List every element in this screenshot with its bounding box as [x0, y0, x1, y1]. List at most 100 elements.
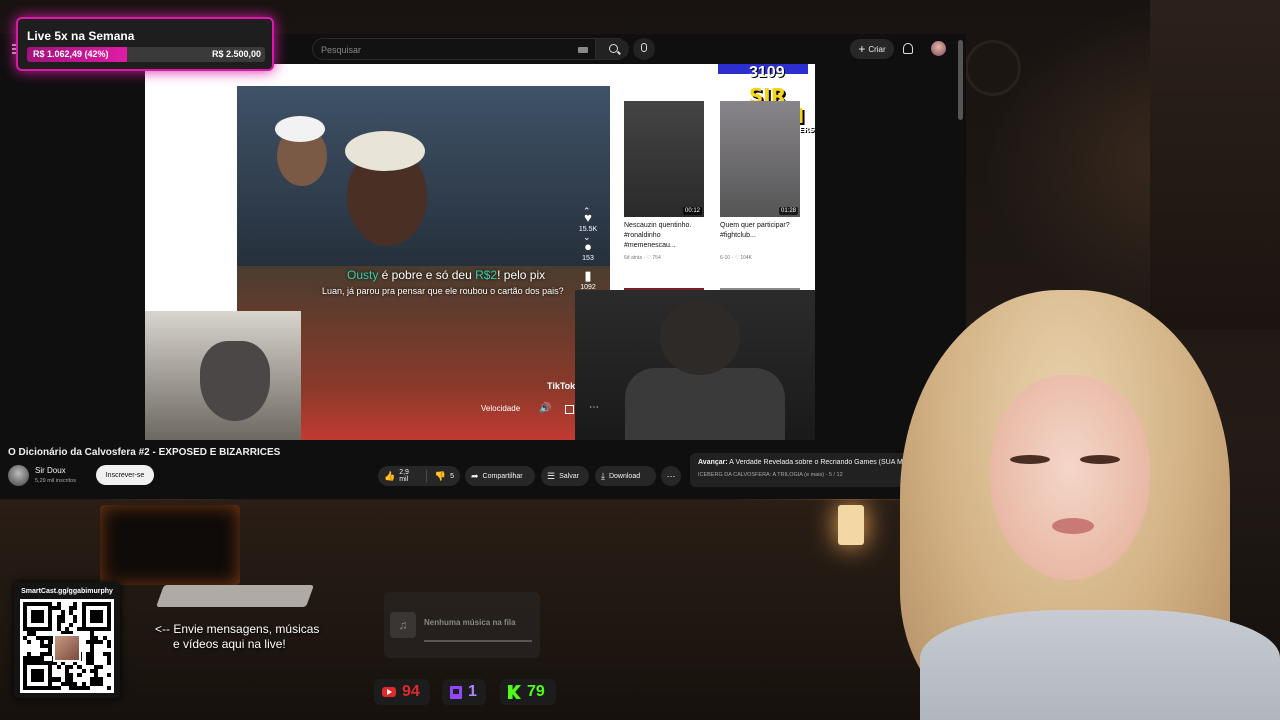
- create-button[interactable]: + Criar: [850, 39, 894, 59]
- share-icon: ➦: [471, 470, 479, 481]
- thumbnail-duration: 00:12: [682, 207, 702, 215]
- playlist-next-label: Avançar:: [698, 459, 728, 466]
- desk-monitor: [100, 505, 240, 585]
- save-label: Salvar: [559, 472, 579, 480]
- download-button[interactable]: ⤓ Download: [595, 466, 656, 486]
- video-player[interactable]: 3109 SIR MOLIN CORTES DE STREAMERS 00:12…: [145, 64, 815, 440]
- thumbnail-title[interactable]: Nescauzin quentinho. #ronaldinho #memene…: [624, 221, 709, 251]
- person-hair: [345, 131, 425, 171]
- goal-target: R$ 2.500,00: [211, 49, 261, 59]
- like-action[interactable]: ♥ 15.5K: [573, 210, 603, 233]
- like-count[interactable]: 2,9 mil: [399, 469, 418, 483]
- kick-viewer-count: 79: [527, 683, 545, 700]
- youtube-viewer-count: 94: [402, 683, 420, 700]
- browser-window: + Criar 3109 SIR MOLIN CORTES DE STREAME…: [0, 34, 966, 499]
- channel-avatar[interactable]: [8, 465, 29, 486]
- person-hair: [275, 116, 325, 142]
- music-queue-status: Nenhuma música na fila: [424, 618, 516, 627]
- thumbs-down-icon[interactable]: 👎: [435, 471, 446, 482]
- twitch-icon: [450, 685, 462, 699]
- bookmark-action[interactable]: ▮ 1092: [573, 268, 603, 291]
- channel-subscribers: 5,29 mil inscritos: [35, 478, 76, 484]
- video-caption: Ousty é pobre e só deu R$2! pelo pix: [347, 268, 607, 282]
- bear-mask: [660, 300, 740, 375]
- thumbs-up-icon[interactable]: 👍: [384, 471, 395, 482]
- heart-icon: ♥: [584, 210, 592, 225]
- thumbnail-duration: 01:28: [778, 207, 798, 215]
- caption-name: Ousty: [347, 268, 379, 282]
- more-icon[interactable]: ⋯: [589, 402, 599, 413]
- person-body: [625, 368, 785, 440]
- wall-clock: [965, 40, 1021, 96]
- donation-goal: Live 5x na Semana R$ 1.062,49 (42%) R$ 2…: [16, 17, 274, 71]
- search-input[interactable]: [321, 42, 566, 57]
- desk-keyboard: [155, 585, 315, 607]
- voice-search-button[interactable]: [633, 38, 655, 60]
- caption-text-end: ! pelo pix: [497, 268, 546, 282]
- streamer-face: [990, 375, 1150, 580]
- bookmark-icon: ▮: [584, 268, 592, 283]
- video-title: O Dicionário da Calvosfera #2 - EXPOSED …: [8, 447, 281, 458]
- channel-name[interactable]: Sir Doux: [35, 466, 66, 475]
- thumbnail-title[interactable]: Quem quer participar? #fightclub...: [720, 221, 805, 241]
- streamer-eye: [1010, 455, 1050, 464]
- search-icon: [609, 44, 618, 53]
- thumbnail-meta: 6d atrás · ♡ 754: [624, 255, 661, 261]
- qr-code-panel: SmartCast.gg/ggabimurphy: [14, 582, 120, 698]
- send-message-line-1: <-- Envie mensagens, músicas: [155, 622, 320, 636]
- share-label: Compartilhar: [482, 472, 523, 480]
- video-caption-2: Luan, já parou pra pensar que ele roubou…: [322, 286, 564, 296]
- create-label: Criar: [868, 44, 886, 54]
- rat-mask-cam: [145, 311, 301, 440]
- keyboard-icon[interactable]: [578, 47, 588, 53]
- scrollbar[interactable]: [958, 40, 963, 120]
- banner-count: 3109: [749, 64, 785, 81]
- qr-avatar: [53, 634, 81, 662]
- youtube-viewers: 94: [374, 679, 430, 705]
- download-label: Download: [608, 472, 641, 480]
- streamer-eye: [1080, 455, 1120, 464]
- music-note-icon: ♫: [390, 612, 416, 638]
- like-count: 15.5K: [578, 226, 598, 233]
- volume-icon[interactable]: 🔊: [539, 403, 551, 414]
- qr-url: SmartCast.gg/ggabimurphy: [21, 588, 113, 595]
- music-progress-bar: [424, 640, 532, 642]
- send-message-hint: <-- Envie mensagens, músicas e vídeos aq…: [155, 622, 355, 652]
- thumbnail-meta: 6-10 · ♡ 104K: [720, 255, 752, 261]
- more-actions-button[interactable]: ⋯: [661, 466, 681, 486]
- goal-progress-bar: R$ 1.062,49 (42%) R$ 2.500,00: [27, 47, 265, 62]
- video-thumbnail[interactable]: 00:12: [624, 101, 704, 217]
- comment-count: 153: [582, 255, 594, 262]
- qr-module: [106, 685, 111, 690]
- search-bar: [312, 38, 629, 60]
- streamer-webcam: [880, 280, 1280, 720]
- plus-icon: +: [858, 42, 866, 56]
- streamer-lips: [1052, 518, 1094, 534]
- fullscreen-icon[interactable]: [565, 405, 574, 414]
- twitch-viewers: 1: [442, 679, 486, 705]
- comment-action[interactable]: ● 153: [573, 239, 603, 262]
- comment-icon: ●: [584, 239, 592, 254]
- save-button[interactable]: ☰ Salvar: [541, 466, 589, 486]
- player-controls: Velocidade 🔊 ⋯: [477, 402, 607, 418]
- bell-icon[interactable]: [903, 43, 913, 54]
- download-icon: ⤓: [601, 470, 605, 481]
- tiktok-logo: TikTok: [547, 381, 576, 391]
- speed-button[interactable]: Velocidade: [481, 404, 520, 413]
- video-thumbnail[interactable]: 01:28: [720, 101, 800, 217]
- dislike-count[interactable]: 5: [450, 473, 454, 480]
- search-button[interactable]: [595, 39, 629, 59]
- bear-mask-cam: [575, 290, 815, 440]
- tiktok-scene-top: [237, 86, 610, 266]
- avatar[interactable]: [931, 41, 946, 56]
- streamer-shirt: [920, 610, 1280, 720]
- mic-icon: [641, 43, 647, 52]
- save-icon: ☰: [547, 470, 556, 481]
- kick-icon: [508, 685, 521, 699]
- share-button[interactable]: ➦ Compartilhar: [465, 466, 535, 486]
- youtube-icon: [382, 687, 396, 697]
- subscribe-button[interactable]: Inscrever-se: [96, 465, 154, 485]
- goal-title: Live 5x na Semana: [27, 29, 135, 43]
- rat-mask: [200, 341, 270, 421]
- kick-viewers: 79: [500, 679, 556, 705]
